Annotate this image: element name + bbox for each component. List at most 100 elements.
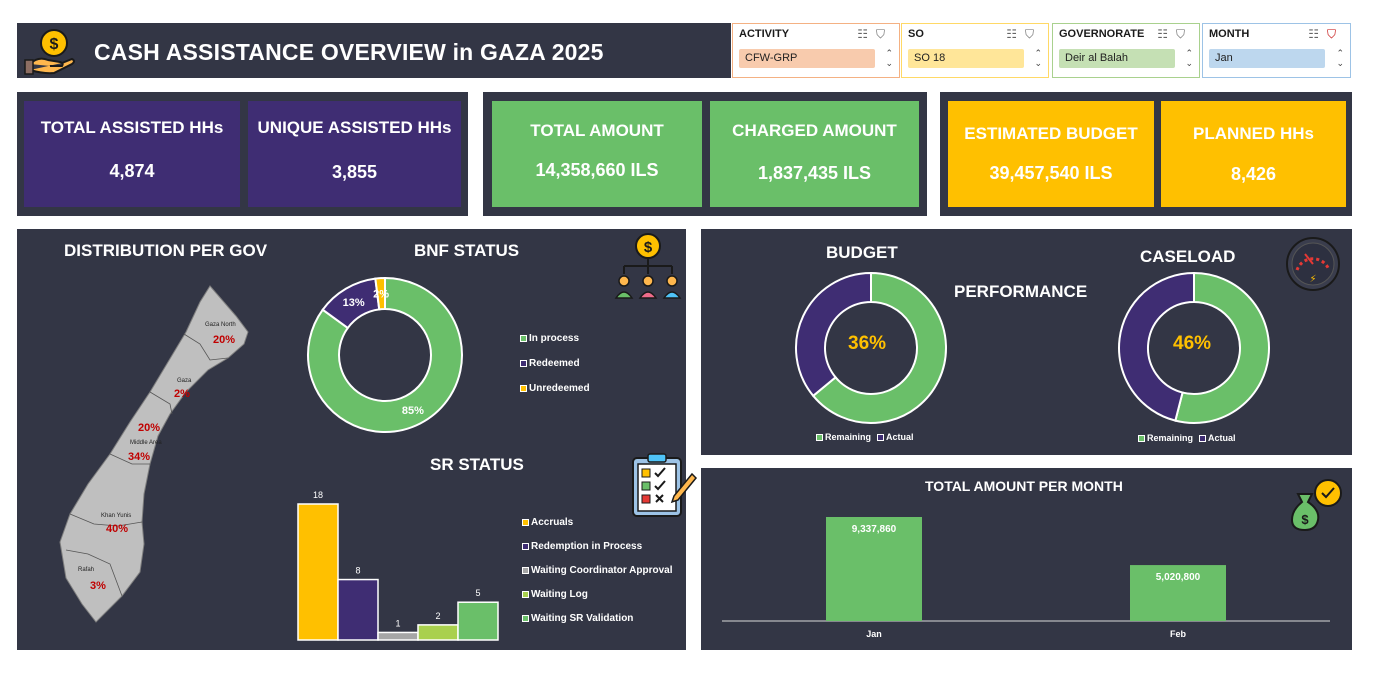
legend-actual: Actual bbox=[877, 432, 914, 442]
sr-bar-value-accruals: 18 bbox=[313, 490, 323, 500]
planned-hhs-label: PLANNED HHs bbox=[1193, 124, 1314, 143]
distribution-title: DISTRIBUTION PER GOV bbox=[64, 241, 268, 260]
estimated-budget-label: ESTIMATED BUDGET bbox=[964, 124, 1138, 143]
caseload-percent: 46% bbox=[1173, 333, 1212, 354]
multi-select-filter-icons[interactable]: ☷⛉ bbox=[1006, 27, 1042, 42]
page-title: CASH ASSISTANCE OVERVIEW in GAZA 2025 bbox=[94, 39, 604, 65]
sr-status-bar-chart: 18 8 1 2 5 bbox=[297, 490, 499, 641]
unique-assisted-label: UNIQUE ASSISTED HHs bbox=[257, 118, 452, 137]
sr-bar-waiting-sr-validation bbox=[457, 601, 499, 641]
budget-legend: Remaining Actual bbox=[816, 432, 914, 442]
map-label-gaza-north: Gaza North bbox=[205, 322, 236, 328]
map-label-middle-area: Middle Area bbox=[130, 440, 162, 446]
legend-waiting-coordinator: Waiting Coordinator Approval bbox=[522, 565, 672, 576]
planned-hhs-value: 8,426 bbox=[1230, 164, 1277, 184]
total-assisted-card: TOTAL ASSISTED HHs 4,874 bbox=[24, 101, 240, 207]
governorate-slicer-label: GOVERNORATE bbox=[1059, 28, 1145, 40]
map-label-gaza: Gaza bbox=[177, 378, 192, 384]
total-amount-value: 14,358,660 ILS bbox=[535, 160, 659, 180]
sr-bar-value-waiting-sr-validation: 5 bbox=[475, 588, 480, 598]
scroll-arrows-icon[interactable]: ⌃ ⌄ bbox=[1336, 48, 1344, 68]
legend-waiting-log: Waiting Log bbox=[522, 589, 672, 600]
beneficiary-payment-icon: $ bbox=[614, 233, 682, 299]
total-assisted-value: 4,874 bbox=[109, 161, 155, 181]
planned-hhs-card: PLANNED HHs 8,426 bbox=[1161, 101, 1346, 207]
multi-select-filter-icons[interactable]: ☷⛉ bbox=[1157, 27, 1193, 42]
legend-accruals: Accruals bbox=[522, 517, 672, 528]
map-label-rafah: Rafah bbox=[78, 567, 95, 573]
map-label-khan-yunis: Khan Yunis bbox=[101, 513, 132, 519]
donut-label-in-process: 85% bbox=[402, 405, 424, 417]
amount-kpi-panel: TOTAL AMOUNT 14,358,660 ILS CHARGED AMOU… bbox=[483, 92, 927, 216]
charged-amount-card: CHARGED AMOUNT 1,837,435 ILS bbox=[710, 101, 919, 207]
sr-legend: Accruals Redemption in Process Waiting C… bbox=[522, 517, 672, 624]
svg-text:⚡: ⚡ bbox=[1309, 274, 1316, 285]
caseload-legend: Remaining Actual bbox=[1138, 433, 1236, 443]
legend-remaining: Remaining bbox=[1138, 433, 1193, 443]
svg-text:$: $ bbox=[644, 239, 653, 256]
sr-bar-value-redemption-in-process: 8 bbox=[355, 566, 360, 576]
total-amount-label: TOTAL AMOUNT bbox=[530, 121, 664, 140]
hh-kpi-panel: TOTAL ASSISTED HHs 4,874 UNIQUE ASSISTED… bbox=[17, 92, 468, 216]
map-pct-gaza: 2% bbox=[174, 388, 190, 400]
performance-title: PERFORMANCE bbox=[954, 282, 1088, 301]
activity-selected-value[interactable]: CFW-GRP bbox=[739, 49, 875, 68]
month-bar-value-jan: 9,337,860 bbox=[852, 524, 897, 535]
donut-label-redeemed: 13% bbox=[343, 297, 365, 309]
multi-select-filter-icons[interactable]: ☷⛉ bbox=[1308, 27, 1344, 42]
legend-remaining: Remaining bbox=[816, 432, 871, 442]
governorate-slicer[interactable]: GOVERNORATE ☷⛉ Deir al Balah ⌃ ⌄ bbox=[1052, 23, 1200, 78]
budget-percent: 36% bbox=[848, 333, 887, 354]
sr-bar-accruals bbox=[297, 503, 339, 641]
legend-redemption-in-process: Redemption in Process bbox=[522, 541, 672, 552]
activity-slicer-label: ACTIVITY bbox=[739, 28, 790, 40]
month-slicer[interactable]: MONTH ☷⛉ Jan ⌃ ⌄ bbox=[1202, 23, 1351, 78]
activity-slicer[interactable]: ACTIVITY ☷⛉ CFW-GRP ⌃ ⌄ bbox=[732, 23, 900, 78]
charged-amount-label: CHARGED AMOUNT bbox=[732, 121, 897, 140]
monthly-amount-title: TOTAL AMOUNT PER MONTH bbox=[925, 478, 1123, 494]
unique-assisted-value: 3,855 bbox=[331, 162, 378, 182]
charged-amount-value: 1,837,435 ILS bbox=[757, 163, 872, 183]
sr-status-title: SR STATUS bbox=[430, 455, 524, 474]
map-pct-middle-area-extra: 20% bbox=[138, 422, 161, 434]
month-tick-feb: Feb bbox=[1170, 629, 1187, 639]
sr-bar-redemption-in-process bbox=[337, 578, 379, 641]
scroll-arrows-icon[interactable]: ⌃ ⌄ bbox=[1034, 48, 1042, 68]
unique-assisted-card: UNIQUE ASSISTED HHs 3,855 bbox=[248, 101, 461, 207]
so-slicer[interactable]: SO ☷⛉ SO 18 ⌃ ⌄ bbox=[901, 23, 1049, 78]
legend-unredeemed: Unredeemed bbox=[520, 383, 590, 394]
total-assisted-label: TOTAL ASSISTED HHs bbox=[40, 118, 224, 137]
budget-title: BUDGET bbox=[826, 243, 898, 262]
total-amount-card: TOTAL AMOUNT 14,358,660 ILS bbox=[492, 101, 702, 207]
map-pct-gaza-north: 20% bbox=[213, 334, 236, 346]
donut-label-unredeemed: 2% bbox=[373, 289, 389, 301]
month-slicer-label: MONTH bbox=[1209, 28, 1250, 40]
checklist-icon bbox=[632, 453, 698, 517]
bnf-status-title: BNF STATUS bbox=[414, 241, 520, 260]
map-pct-rafah: 3% bbox=[90, 580, 106, 592]
caseload-title: CASELOAD bbox=[1140, 247, 1236, 266]
so-selected-value[interactable]: SO 18 bbox=[908, 49, 1024, 68]
budget-kpi-panel: ESTIMATED BUDGET 39,457,540 ILS PLANNED … bbox=[940, 92, 1352, 216]
map-pct-khan-yunis: 40% bbox=[106, 523, 129, 535]
estimated-budget-card: ESTIMATED BUDGET 39,457,540 ILS bbox=[948, 101, 1154, 207]
legend-in-process: In process bbox=[520, 333, 590, 344]
legend-actual: Actual bbox=[1199, 433, 1236, 443]
scroll-arrows-icon[interactable]: ⌃ ⌄ bbox=[1185, 48, 1193, 68]
governorate-selected-value[interactable]: Deir al Balah bbox=[1059, 49, 1175, 68]
month-selected-value[interactable]: Jan bbox=[1209, 49, 1325, 68]
scroll-arrows-icon[interactable]: ⌃ ⌄ bbox=[885, 48, 893, 68]
month-tick-jan: Jan bbox=[866, 629, 882, 639]
sr-bar-waiting-coordinator-approval bbox=[377, 631, 419, 641]
month-bar-value-feb: 5,020,800 bbox=[1156, 572, 1201, 583]
monthly-amount-bar-chart: 9,337,860 Jan 5,020,800 Feb bbox=[722, 517, 1330, 639]
so-slicer-label: SO bbox=[908, 28, 924, 40]
svg-text:$: $ bbox=[50, 36, 59, 53]
multi-select-filter-icons[interactable]: ☷⛉ bbox=[857, 27, 893, 42]
sr-bar-value-waiting-log: 2 bbox=[435, 611, 440, 621]
estimated-budget-value: 39,457,540 ILS bbox=[989, 163, 1113, 183]
map-pct-middle-area: 34% bbox=[128, 451, 151, 463]
sr-bar-value-waiting-coordinator-approval: 1 bbox=[395, 618, 400, 628]
bnf-status-donut-chart: 85% 13% 2% bbox=[307, 276, 463, 433]
cash-hand-icon: $ bbox=[24, 29, 75, 75]
